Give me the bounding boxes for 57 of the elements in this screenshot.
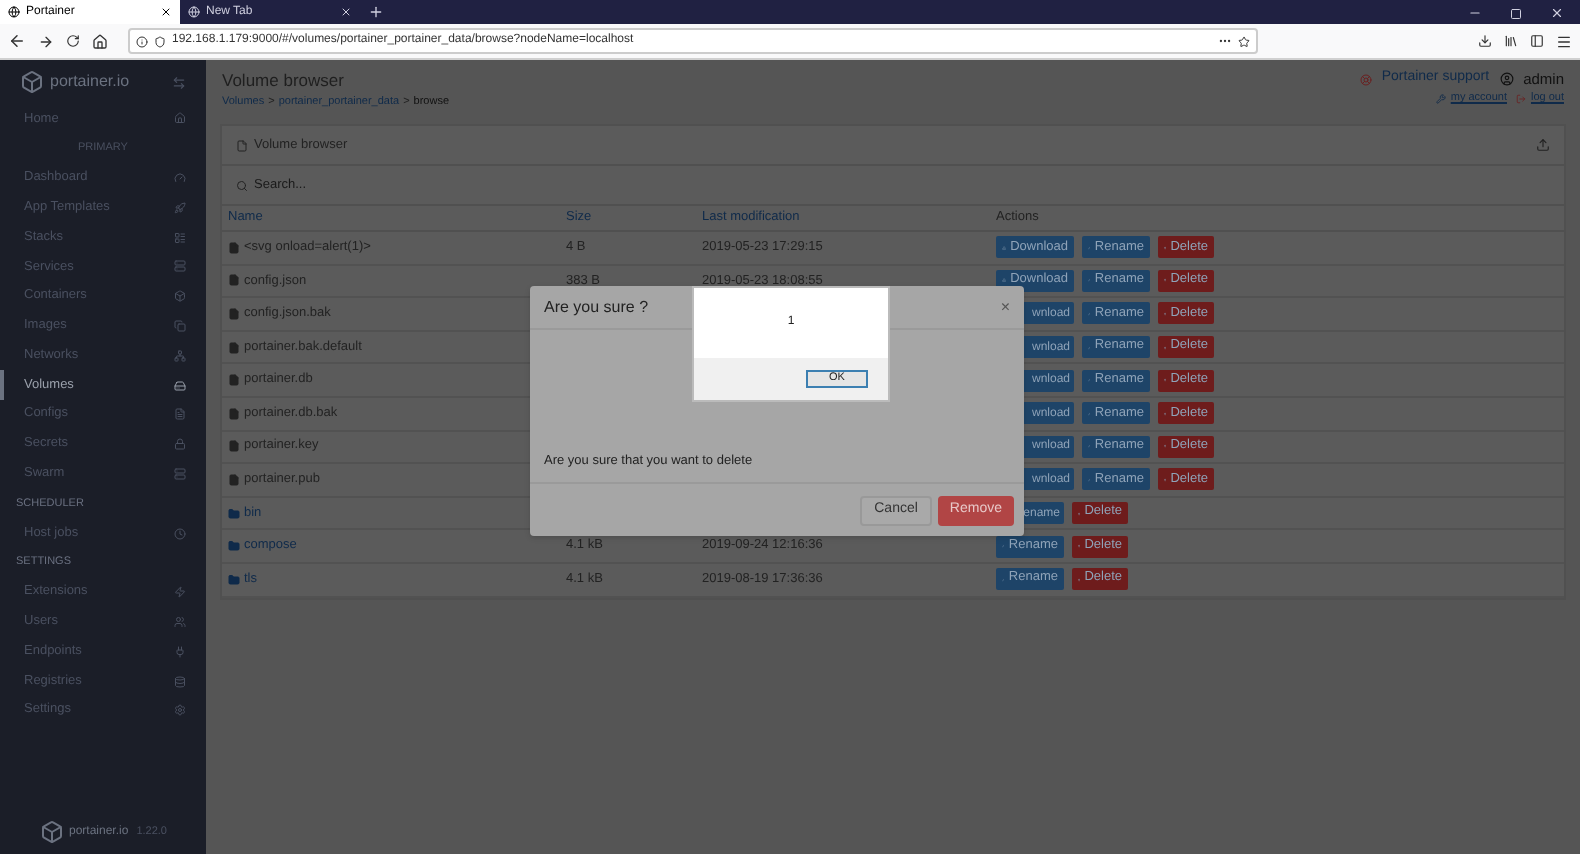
file-icon [228,407,240,420]
portainer-logo: portainer.io [20,70,130,94]
bookmark-star-icon[interactable] [1238,35,1250,47]
logout-icon [1516,93,1527,104]
cube-icon [20,70,44,94]
menu-icon[interactable] [1556,33,1572,49]
box-icon [174,290,186,303]
database-icon [174,675,186,688]
list-icon [174,231,186,244]
shield-icon [154,35,166,47]
file-icon [228,274,240,287]
server-icon [174,260,186,273]
plug-icon [174,645,186,658]
reload-icon[interactable] [66,34,80,48]
tab-favicon-icon [8,6,20,18]
folder-icon [228,573,240,586]
users-icon [174,615,186,628]
info-icon [136,35,148,47]
close-icon[interactable] [160,6,172,18]
tab-favicon-icon [188,6,200,18]
more-icon[interactable] [1218,34,1232,48]
file-icon [228,473,240,486]
user-icon [1499,72,1514,87]
toggle-icon[interactable] [172,75,186,89]
wrench-icon [1436,93,1447,104]
forward-icon[interactable] [38,33,54,49]
file-icon [228,341,240,354]
settings-icon [174,704,186,717]
folder-icon [228,507,240,520]
folder-icon [228,540,240,553]
drive-icon [174,379,186,392]
sidebar-icon[interactable] [1530,34,1544,48]
dialog-title: Are you sure ? [544,295,649,319]
document-icon [174,408,186,421]
rocket-icon [174,201,186,214]
file-icon [228,374,240,387]
copy-icon [174,319,186,332]
server-icon [174,467,186,480]
search-icon [236,179,248,191]
cube-icon [39,820,63,844]
new-tab-icon[interactable] [368,4,384,20]
home-icon[interactable] [92,33,108,49]
maximize-icon[interactable] [1510,7,1522,19]
lifebuoy-icon [1359,73,1372,86]
file-icon [228,241,240,254]
library-icon[interactable] [1504,34,1518,48]
back-icon[interactable] [8,32,26,50]
gauge-icon [174,171,186,184]
file-icon [236,139,248,151]
clock-icon [174,527,186,540]
file-icon [228,440,240,453]
network-icon [174,349,186,362]
minimize-icon[interactable] [1468,6,1482,20]
lock-icon [174,438,186,451]
bolt-icon [174,586,186,599]
home-icon [174,112,186,125]
file-icon [228,307,240,320]
